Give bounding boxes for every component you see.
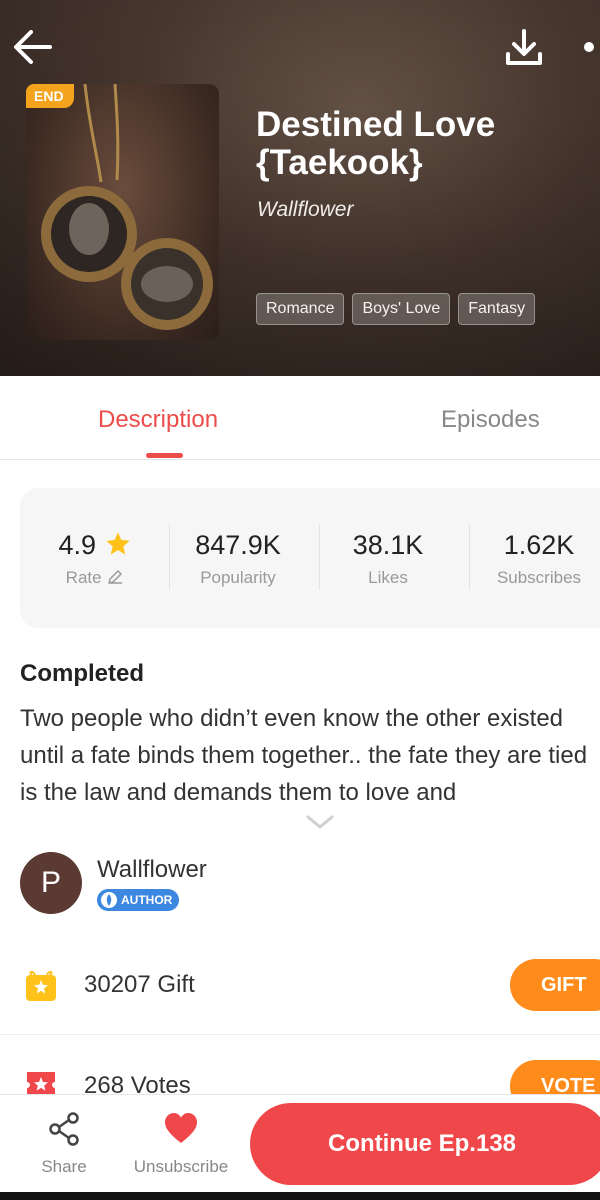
rate-value: 4.9	[20, 530, 170, 561]
author-badge: AUTHOR	[97, 889, 180, 911]
unsubscribe-label: Unsubscribe	[133, 1157, 229, 1176]
book-header: END Destined Love {Taekook} Wallflower R…	[0, 0, 600, 376]
rate-label: Rate	[20, 568, 170, 588]
author-name[interactable]: Wallflower	[97, 856, 207, 884]
tag-romance[interactable]: Romance	[256, 293, 345, 325]
completion-status: Completed	[20, 660, 145, 687]
subscribes-label: Subscribes	[496, 568, 582, 587]
stat-likes: 38.1K Likes	[313, 488, 463, 628]
story-description[interactable]: Two people who didn’t even know the othe…	[20, 700, 600, 811]
likes-value: 38.1K	[352, 530, 424, 560]
author-row[interactable]: P Wallflower AUTHOR	[20, 852, 580, 916]
stat-rate[interactable]: 4.9 Rate	[20, 488, 170, 628]
book-author: Wallflower	[257, 198, 354, 221]
tab-episodes[interactable]: Episodes	[441, 406, 540, 434]
bottom-action-bar: Share Unsubscribe Continue Ep.138	[0, 1094, 600, 1200]
stats-card: 4.9 Rate 847.9K Popularity 38.1K Likes 1…	[20, 488, 600, 628]
likes-label: Likes	[368, 568, 408, 587]
gift-button[interactable]: GIFT	[510, 959, 600, 1011]
stat-popularity: 847.9K Popularity	[163, 488, 313, 628]
tag-boys-love[interactable]: Boys' Love	[352, 293, 451, 325]
book-title: Destined Love {Taekook}	[256, 105, 496, 182]
end-badge: END	[26, 84, 74, 108]
gift-row: 30207 Gift GIFT	[0, 937, 600, 1035]
tab-bar: Description Episodes	[0, 376, 600, 460]
gift-icon	[26, 971, 56, 1001]
download-icon[interactable]	[502, 26, 546, 70]
avatar[interactable]: P	[20, 852, 82, 914]
unsubscribe-button[interactable]: Unsubscribe	[126, 1111, 236, 1177]
more-icon[interactable]	[584, 42, 594, 52]
popularity-value: 847.9K	[195, 530, 281, 560]
subscribes-value: 1.62K	[503, 530, 575, 560]
tab-description[interactable]: Description	[98, 406, 218, 434]
continue-reading-button[interactable]: Continue Ep.138	[250, 1103, 600, 1185]
stat-subscribes: 1.62K Subscribes	[464, 488, 600, 628]
heart-icon	[165, 1113, 197, 1143]
share-label: Share	[41, 1157, 87, 1176]
popularity-label: Popularity	[200, 568, 276, 587]
gift-count: 30207 Gift	[84, 971, 195, 998]
genre-tags: Romance Boys' Love Fantasy	[256, 293, 536, 325]
star-icon	[105, 532, 130, 555]
author-badge-icon	[101, 892, 117, 908]
book-cover-image	[27, 84, 219, 340]
share-icon	[49, 1112, 79, 1146]
tag-fantasy[interactable]: Fantasy	[458, 293, 536, 325]
share-button[interactable]: Share	[30, 1111, 98, 1177]
active-tab-indicator	[146, 453, 183, 458]
pencil-icon	[108, 570, 123, 584]
chevron-down-icon[interactable]	[304, 812, 336, 832]
back-arrow-icon[interactable]	[12, 26, 54, 68]
